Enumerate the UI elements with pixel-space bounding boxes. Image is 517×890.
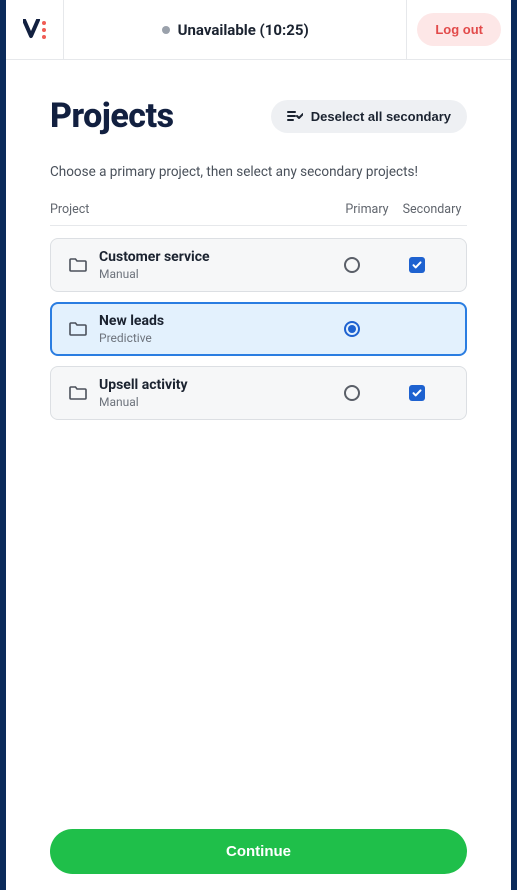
folder-icon [65, 322, 91, 336]
project-type: Manual [99, 267, 322, 281]
column-header-project: Project [50, 202, 337, 217]
deselect-icon [287, 109, 303, 123]
project-row[interactable]: New leads Predictive [50, 302, 467, 356]
project-name: Upsell activity [99, 377, 322, 393]
table-header: Project Primary Secondary [50, 202, 467, 226]
primary-cell [322, 257, 382, 273]
title-row: Projects Deselect all secondary [50, 96, 467, 136]
header: Unavailable (10:25) Log out [6, 0, 511, 60]
project-type: Predictive [99, 331, 322, 345]
logout-button[interactable]: Log out [417, 13, 501, 46]
deselect-label: Deselect all secondary [311, 109, 451, 124]
deselect-all-secondary-button[interactable]: Deselect all secondary [271, 100, 467, 133]
column-header-secondary: Secondary [397, 202, 467, 217]
secondary-cell [382, 385, 452, 401]
primary-radio[interactable] [344, 257, 360, 273]
project-row[interactable]: Customer service Manual [50, 238, 467, 292]
primary-cell [322, 321, 382, 337]
project-list: Customer service Manual New leads Predictiv… [50, 238, 467, 430]
page-title: Projects [50, 96, 174, 136]
logo-icon [23, 19, 47, 41]
content: Projects Deselect all secondary Choose a… [6, 60, 511, 815]
project-name: New leads [99, 313, 322, 329]
project-labels: Customer service Manual [91, 249, 322, 281]
primary-cell [322, 385, 382, 401]
page-subtitle: Choose a primary project, then select an… [50, 164, 467, 180]
footer: Continue [6, 815, 511, 890]
project-row[interactable]: Upsell activity Manual [50, 366, 467, 420]
logout-area: Log out [407, 0, 511, 59]
status-text: Unavailable (10:25) [178, 21, 309, 39]
project-type: Manual [99, 395, 322, 409]
project-name: Customer service [99, 249, 322, 265]
project-labels: Upsell activity Manual [91, 377, 322, 409]
folder-icon [65, 386, 91, 400]
secondary-checkbox[interactable] [409, 385, 425, 401]
continue-button[interactable]: Continue [50, 829, 467, 874]
column-header-primary: Primary [337, 202, 397, 217]
status-dot-icon [162, 26, 170, 34]
folder-icon [65, 258, 91, 272]
app-logo [6, 0, 64, 59]
availability-status[interactable]: Unavailable (10:25) [64, 0, 407, 59]
primary-radio[interactable] [344, 321, 360, 337]
app-frame: Unavailable (10:25) Log out Projects Des… [6, 0, 511, 890]
primary-radio[interactable] [344, 385, 360, 401]
project-labels: New leads Predictive [91, 313, 322, 345]
secondary-checkbox[interactable] [409, 257, 425, 273]
secondary-cell [382, 257, 452, 273]
